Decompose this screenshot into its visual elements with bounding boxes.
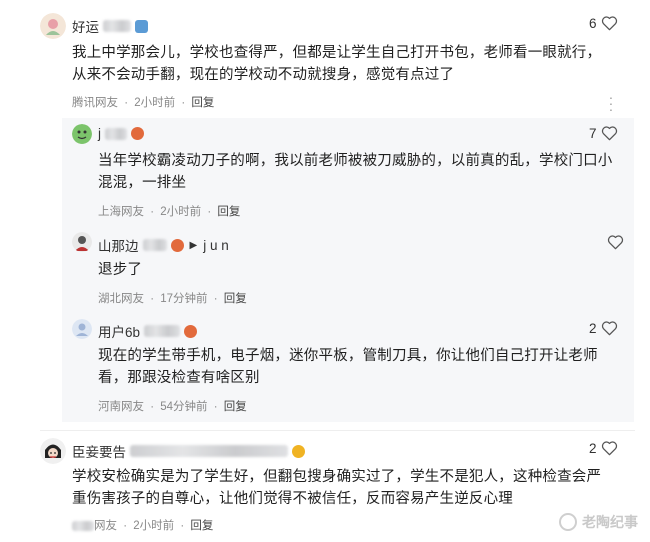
comment-text: 学校安检确实是为了学生好，但翻包搜身确实过了，学生不是犯人，这种检查会严重伤害孩… [72,469,602,507]
reply-to-name[interactable]: j u n [203,238,229,253]
comment-author[interactable]: 好运 [72,16,148,36]
avatar[interactable] [72,124,92,144]
like-button[interactable] [603,234,624,250]
comment-author-name: 臣妾要告 [72,445,126,460]
avatar[interactable] [40,438,66,464]
comment-source: 网友 [94,520,117,532]
avatar[interactable] [40,13,66,39]
like-button[interactable]: 2 [589,320,618,336]
blurred-name-part [103,20,131,32]
comment-divider [40,430,635,431]
reply-meta: 上海网友 · 2小时前 · 回复 [98,203,240,219]
heart-icon [607,235,624,250]
comment-author[interactable]: 臣妾要告 [72,441,305,461]
reply-author-name: 山那边 [98,239,139,254]
blurred-name-part [142,239,167,251]
level-badge-icon [184,324,198,338]
comment-time: 2小时前 [134,97,176,109]
meta-separator: · [150,401,155,413]
reply-source: 河南网友 [98,401,144,413]
like-count: 6 [589,15,597,31]
reply-time: 54分钟前 [160,401,208,413]
level-badge-icon [131,127,144,140]
like-count: 7 [589,125,597,141]
reply-meta: 湖北网友 · 17分钟前 · 回复 [98,290,247,306]
blurred-location [72,520,94,531]
reply-text: 当年学校霸凌动刀子的啊，我以前老师被被刀威胁的，以前真的乱，学校门口小混混，一排… [98,153,613,191]
avatar[interactable] [72,319,92,339]
reply-source: 湖北网友 [98,293,144,305]
reply-text: 退步了 [98,262,143,278]
reply-text: 现在的学生带手机，电子烟，迷你平板，管制刀具，你让他们自己打开让老师看，那跟没检… [98,348,598,386]
reply-to-arrow-icon: ▶ [189,239,198,251]
meta-separator: · [150,293,155,305]
watermark: 老陶纪事 [559,512,638,532]
heart-icon [601,321,617,336]
comment-author-name: 好运 [72,20,99,35]
like-button[interactable]: 7 [589,125,618,141]
like-count: 2 [589,320,597,336]
heart-icon [601,441,617,456]
blurred-name-part [130,445,288,457]
like-button[interactable]: 2 [589,440,618,456]
meta-separator: · [123,520,128,532]
meta-separator: · [213,401,218,413]
reply-button[interactable]: 回复 [191,97,214,109]
blurred-name-part [144,325,181,337]
reply-button[interactable]: 回复 [224,401,247,413]
reply-author[interactable]: 用户6b [98,321,198,341]
meta-separator: · [180,520,185,532]
meta-separator: · [207,206,212,218]
reply-author-name: j [98,126,101,141]
reply-source: 上海网友 [98,206,144,218]
heart-icon [601,16,617,31]
comment-meta: 腾讯网友 · 2小时前 · 回复 [72,94,214,110]
reply-author[interactable]: 山那边 ▶ j u n [98,235,229,255]
comment-source: 腾讯网友 [72,97,118,109]
like-count: 2 [589,440,597,456]
watermark-logo-icon [559,513,577,531]
meta-separator: · [213,293,218,305]
meta-separator: · [124,97,129,109]
comment-meta: 网友 · 2小时前 · 回复 [72,517,213,533]
watermark-text: 老陶纪事 [582,514,638,530]
reply-time: 17分钟前 [160,293,208,305]
verified-badge-icon [135,19,148,33]
avatar[interactable] [72,232,92,252]
reply-author[interactable]: j [98,126,144,141]
meta-separator: · [181,97,186,109]
comment-text: 我上中学那会儿，学校也查得严，但都是让学生自己打开书包，老师看一眼就行，从来不会… [72,45,602,83]
level-badge-icon [170,238,184,252]
reply-button[interactable]: 回复 [190,520,213,532]
reply-button[interactable]: 回复 [224,293,247,305]
reply-time: 2小时前 [160,206,202,218]
comment-time: 2小时前 [133,520,175,532]
reply-button[interactable]: 回复 [217,206,240,218]
level-badge-icon [292,444,305,458]
reply-meta: 河南网友 · 54分钟前 · 回复 [98,398,247,414]
reply-author-name: 用户6b [98,325,141,340]
meta-separator: · [150,206,155,218]
like-button[interactable]: 6 [589,15,618,31]
heart-icon [601,126,617,141]
blurred-name-part [105,127,127,140]
more-options-icon[interactable]: · · · [608,90,614,116]
